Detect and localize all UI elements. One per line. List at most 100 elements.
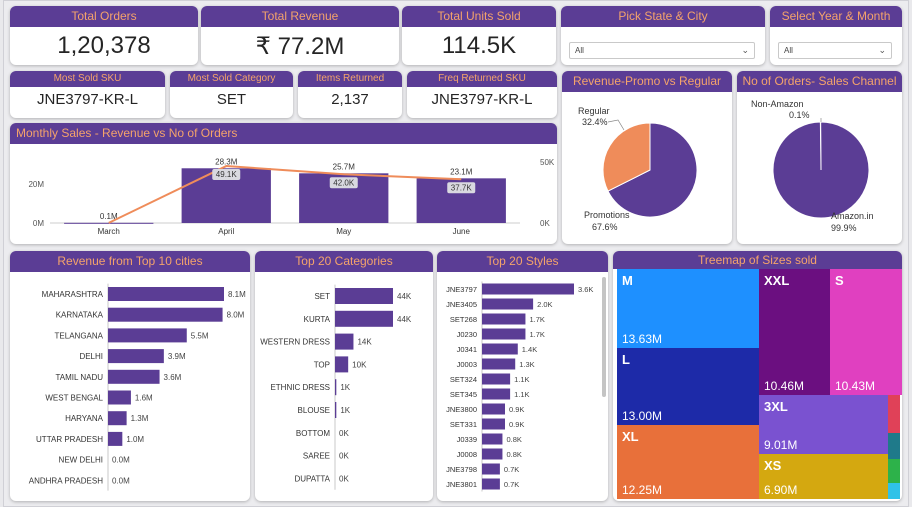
y-tick-label: 20M: [28, 180, 44, 189]
revenue-data-label: 25.7M: [333, 162, 356, 171]
bar: [108, 287, 224, 301]
bar: [335, 288, 393, 304]
revenue-data-label: 23.1M: [450, 167, 473, 176]
category-label: KURTA: [304, 315, 331, 324]
treemap-label: XXL: [764, 273, 790, 288]
category-label: J0339: [457, 435, 477, 444]
category-label: SET: [314, 292, 330, 301]
chevron-down-icon: ⌄: [741, 45, 749, 55]
category-label: JNE3405: [446, 300, 477, 309]
orders-data-label: 37.7K: [451, 183, 473, 192]
bar: [335, 402, 337, 418]
kpi-title: Most Sold Category: [170, 71, 293, 87]
chart-title: Top 20 Categories: [255, 251, 433, 272]
pie-label: 99.9%: [831, 223, 857, 233]
x-tick-label: March: [98, 227, 120, 236]
bar-data-label: 0.9K: [509, 420, 524, 429]
category-label: WEST BENGAL: [45, 394, 103, 403]
treemap-cell-small-4[interactable]: [888, 483, 900, 499]
kpi-value: 114.5K: [441, 32, 517, 59]
kpi-title: Total Orders: [10, 6, 198, 27]
dropdown-value: All: [784, 46, 793, 55]
x-tick-label: April: [218, 227, 234, 236]
category-label: J0230: [457, 330, 477, 339]
category-label: ETHNIC DRESS: [270, 383, 330, 392]
promo-vs-regular-card: Revenue-Promo vs Regular Regular 32.4% Pro…: [562, 71, 732, 244]
chart-title: Revenue from Top 10 cities: [10, 251, 250, 272]
bar-data-label: 0K: [339, 474, 349, 483]
dropdown-value: All: [575, 46, 584, 55]
x-tick-label: June: [453, 227, 471, 236]
category-label: TELANGANA: [55, 331, 104, 340]
category-label: SET268: [450, 315, 477, 324]
bar: [108, 307, 223, 322]
category-label: HARYANA: [65, 414, 104, 423]
bar: [482, 448, 503, 460]
monthly-sales-card: Monthly Sales - Revenue vs No of Orders …: [10, 123, 557, 244]
orders-line: [108, 165, 462, 224]
treemap-cell-m[interactable]: M 13.63M: [617, 269, 759, 348]
state-city-dropdown[interactable]: All ⌄: [569, 42, 755, 59]
treemap-value: 13.63M: [622, 332, 663, 346]
bar: [482, 298, 534, 310]
chevron-down-icon: ⌄: [878, 45, 886, 55]
filter-year-month: Select Year & Month All ⌄: [770, 6, 902, 65]
treemap-cell-l[interactable]: L 13.00M: [617, 348, 759, 425]
treemap-card: Treemap of Sizes sold M 13.63M L 13.00M …: [613, 251, 902, 501]
scrollbar[interactable]: [602, 277, 606, 397]
bar-data-label: 8.1M: [228, 290, 246, 299]
kpi-total-orders: Total Orders 1,20,378: [10, 6, 198, 65]
bar: [482, 373, 511, 385]
bar-data-label: 1K: [340, 406, 350, 415]
kpi-value: 1,20,378: [57, 32, 151, 59]
treemap-cell-small-1[interactable]: [888, 395, 900, 433]
leader-line: [607, 119, 625, 131]
bar-data-label: 1.3K: [519, 360, 534, 369]
pie-label: Amazon.in: [831, 211, 874, 221]
bar: [482, 418, 505, 430]
chart-title: Treemap of Sizes sold: [613, 251, 902, 269]
treemap-cell-small-2[interactable]: [888, 433, 900, 459]
category-label: BOTTOM: [296, 429, 330, 438]
bar: [482, 403, 505, 415]
cities-bar-chart: MAHARASHTRA 8.1M KARNATAKA 8.0M TELANGANA 5.5…: [29, 283, 246, 491]
bar: [482, 313, 526, 325]
treemap-cell-s[interactable]: S 10.43M: [830, 269, 902, 395]
treemap-cell-small-3[interactable]: [888, 459, 900, 483]
filter-title: Pick State & City: [561, 6, 765, 27]
bar: [482, 478, 500, 490]
category-label: SET331: [450, 420, 477, 429]
bar-data-label: 1.1K: [514, 390, 529, 399]
category-label: SET324: [450, 375, 477, 384]
y2-tick-label: 0K: [540, 219, 550, 228]
treemap-cell-xxl[interactable]: XXL 10.46M: [759, 269, 830, 395]
bar-data-label: 10K: [352, 360, 367, 369]
treemap-chart: M 13.63M L 13.00M XL 12.25M XXL 10.46M S…: [617, 269, 902, 499]
category-label: BLOUSE: [298, 406, 330, 415]
kpi-value: 2,137: [331, 91, 369, 108]
treemap-cell-xs[interactable]: XS 6.90M: [759, 454, 888, 499]
treemap-cell-3xl[interactable]: 3XL 9.01M: [759, 395, 888, 454]
treemap-label: XL: [622, 429, 639, 444]
bar: [108, 369, 160, 384]
bar: [482, 433, 503, 445]
bar-data-label: 0K: [339, 452, 349, 461]
treemap-label: M: [622, 273, 633, 288]
treemap-cell-xl[interactable]: XL 12.25M: [617, 425, 759, 499]
orders-data-label: 49.1K: [216, 170, 238, 179]
treemap-value: 10.43M: [835, 379, 876, 393]
year-month-dropdown[interactable]: All ⌄: [778, 42, 892, 59]
kpi-value: SET: [216, 91, 247, 108]
pie-label: 0.1%: [789, 110, 810, 120]
category-label: SAREE: [303, 452, 330, 461]
bar: [108, 328, 187, 343]
filter-title: Select Year & Month: [770, 6, 902, 27]
categories-bar-chart: SET 44K KURTA 44K WESTERN DRESS 14K TOP 10K ETHN…: [260, 284, 412, 490]
category-label: JNE3798: [446, 465, 477, 474]
pie-label: Non-Amazon: [751, 99, 804, 109]
bar: [335, 356, 349, 373]
bar-data-label: 0.8K: [506, 435, 521, 444]
chart-title: Top 20 Styles: [437, 251, 608, 272]
category-label: KARNATAKA: [56, 311, 104, 320]
filter-state-city: Pick State & City All ⌄: [561, 6, 765, 65]
